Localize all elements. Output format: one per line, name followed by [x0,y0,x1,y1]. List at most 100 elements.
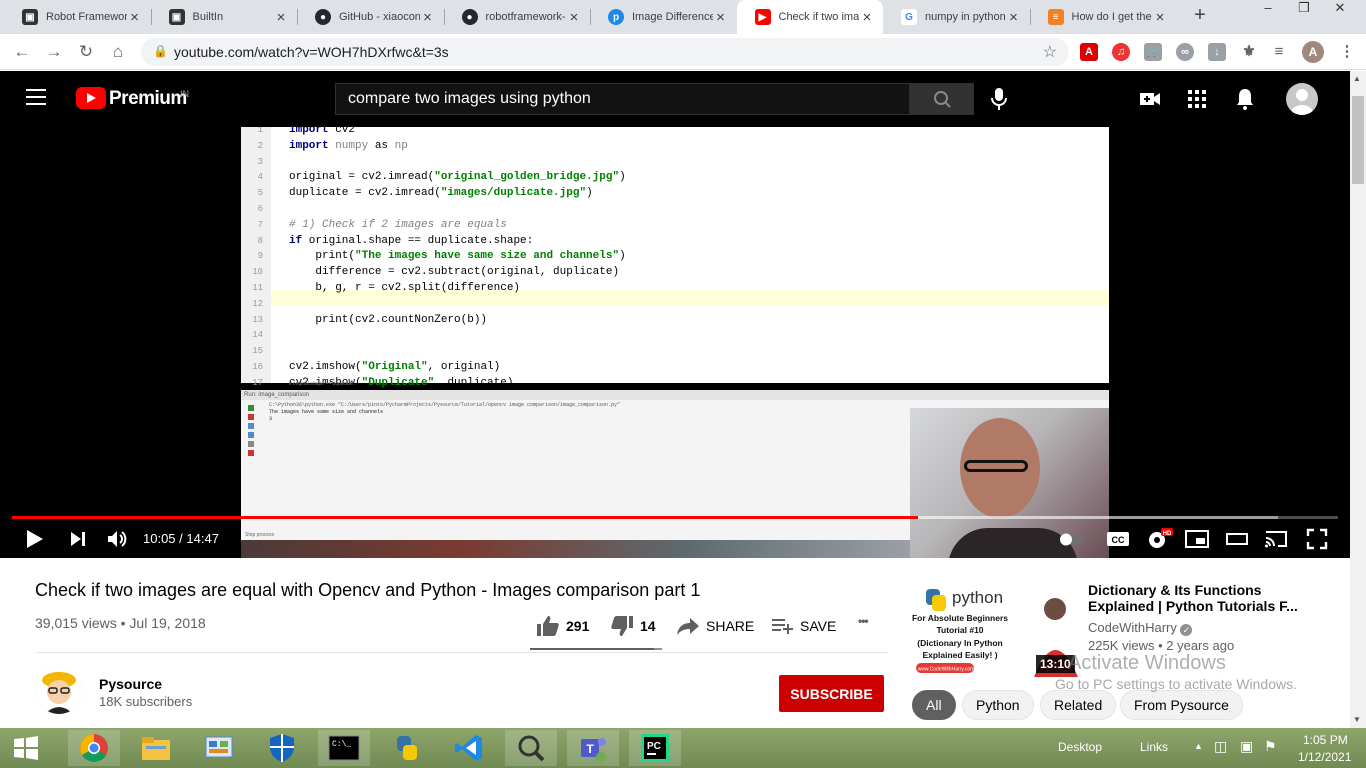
notifications-bell-icon[interactable] [1233,87,1257,111]
more-actions-button[interactable]: ••• [858,614,869,628]
search-input[interactable] [335,83,910,115]
clock-time[interactable]: 1:05 PM [1303,733,1348,747]
theater-mode-icon[interactable] [1225,527,1249,551]
youtube-icon: ▶ [754,9,771,25]
search-button[interactable] [910,83,974,115]
desktop-toolbar-label[interactable]: Desktop [1058,740,1102,754]
browser-tab-1[interactable]: ▣ Robot Framework × [4,0,151,34]
hamburger-menu-icon[interactable] [26,89,46,109]
close-tab-icon[interactable]: × [1006,9,1022,26]
close-tab-icon[interactable]: × [273,9,289,26]
acrobat-extension-icon[interactable]: A [1080,43,1098,61]
close-tab-icon[interactable]: × [1152,9,1168,26]
related-channel[interactable]: CodeWithHarry ✓ [1088,620,1193,636]
taskbar-chrome[interactable] [68,730,120,766]
puzzle-icon[interactable]: ⚜ [1240,43,1258,61]
svg-text:C:\_: C:\_ [332,740,351,749]
autoplay-toggle[interactable] [1058,527,1086,551]
reload-icon[interactable]: ↻ [74,40,98,64]
network-tray-icon[interactable]: ◫ [1214,738,1227,755]
play-icon[interactable] [22,527,46,551]
seek-bar[interactable] [12,516,1338,519]
save-button[interactable]: SAVE [770,614,836,638]
dislike-button[interactable]: 14 [610,614,656,638]
separator [35,652,888,653]
miniplayer-icon[interactable] [1185,527,1209,551]
captions-label: CC [1112,535,1125,545]
channel-name[interactable]: Pysource [99,676,162,692]
taskbar-file-explorer[interactable] [130,730,182,766]
code-line: 16 cv2.imshow("Original", original) [241,359,1109,375]
new-tab-button[interactable]: + [1188,4,1212,30]
chrome-menu-icon[interactable]: ⋮ [1338,43,1356,61]
browser-tab-6[interactable]: ▶ Check if two images× [736,0,883,34]
taskbar-python[interactable] [381,730,433,766]
minimize-button[interactable]: – [1250,0,1286,20]
restore-button[interactable]: ❐ [1286,0,1322,20]
volume-icon[interactable] [105,527,129,551]
browser-tab-4[interactable]: ● robotframework-uia× [444,0,591,34]
channel-avatar[interactable] [35,666,83,714]
home-icon[interactable]: ⌂ [106,40,130,64]
filter-chip-from-pysource[interactable]: From Pysource [1120,690,1243,720]
browser-tab-5[interactable]: p Image Difference wit× [590,0,737,34]
related-video-title[interactable]: Dictionary & Its Functions Explained | P… [1088,582,1328,614]
fullscreen-icon[interactable] [1305,527,1329,551]
like-button[interactable]: 291 [536,614,589,638]
tray-expand-icon[interactable]: ▲ [1194,741,1203,751]
browser-tab-7[interactable]: Gnumpy in python - G× [883,0,1030,34]
taskbar-pycharm[interactable]: PC [629,730,681,766]
taskbar-windows-defender[interactable] [256,730,308,766]
link-extension-icon[interactable]: ∞ [1176,43,1194,61]
flag-tray-icon[interactable]: ⚑ [1264,738,1277,755]
taskbar-control-panel[interactable] [193,730,245,766]
start-button[interactable] [0,730,52,766]
back-icon[interactable]: ← [10,40,34,64]
taskbar-vscode[interactable] [443,730,495,766]
filter-chip-python[interactable]: Python [962,690,1034,720]
next-video-icon[interactable] [66,527,90,551]
cart-extension-icon[interactable]: 🛒 [1144,43,1162,61]
music-extension-icon[interactable]: ♫ [1112,43,1130,61]
close-tab-icon[interactable]: × [713,9,729,26]
scroll-up-arrow-icon[interactable]: ▲ [1353,74,1361,83]
youtube-premium-wordmark[interactable]: Premium [109,88,187,110]
browser-tab-2[interactable]: ▣ BuiltIn × [151,0,298,34]
captions-button[interactable]: CC [1105,527,1131,551]
media-control-icon[interactable]: ≡ [1270,43,1288,61]
close-tab-icon[interactable]: × [859,9,875,26]
address-bar[interactable]: 🔒 youtube.com/watch?v=WOH7hDXrfwc&t=3s ☆ [141,38,1069,66]
apps-grid-icon[interactable] [1185,87,1209,111]
download-extension-icon[interactable]: ↓ [1208,43,1226,61]
account-avatar[interactable] [1286,83,1318,115]
clock-date[interactable]: 1/12/2021 [1298,750,1351,764]
close-tab-icon[interactable]: × [127,9,143,26]
close-tab-icon[interactable]: × [566,9,582,26]
filter-chip-related[interactable]: Related [1040,690,1117,720]
taskbar-command-prompt[interactable]: C:\_ [318,730,370,766]
forward-icon[interactable]: → [42,40,66,64]
close-tab-icon[interactable]: × [420,9,436,26]
browser-tab-3[interactable]: ● GitHub - xiaocong/u× [297,0,444,34]
code-token: "original_golden_bridge.jpg" [434,171,620,184]
scroll-down-arrow-icon[interactable]: ▼ [1353,715,1361,724]
settings-gear-icon[interactable]: HD [1145,527,1173,551]
microphone-icon[interactable] [988,87,1010,111]
share-button[interactable]: SHARE [676,614,754,638]
taskbar-magnifier[interactable] [505,730,557,766]
profile-avatar[interactable]: A [1302,41,1324,63]
create-video-icon[interactable] [1138,87,1162,111]
close-window-button[interactable]: ✕ [1322,0,1358,20]
browser-tab-8[interactable]: ≡ How do I get the pa× [1030,0,1177,34]
code-token: duplicate = cv2.imread( [289,187,441,200]
bookmark-star-icon[interactable]: ☆ [1043,42,1057,62]
taskbar-teams[interactable]: T [567,730,619,766]
display-tray-icon[interactable]: ▣ [1240,738,1253,755]
links-toolbar-label[interactable]: Links [1140,740,1168,754]
filter-chip-all[interactable]: All [912,690,956,720]
thumb-text-line-2: Tutorial #10 [936,625,983,635]
cast-icon[interactable] [1264,527,1288,551]
scrollbar-thumb[interactable] [1352,96,1364,184]
youtube-logo-icon[interactable] [76,87,106,109]
subscribe-button[interactable]: SUBSCRIBE [779,675,884,712]
